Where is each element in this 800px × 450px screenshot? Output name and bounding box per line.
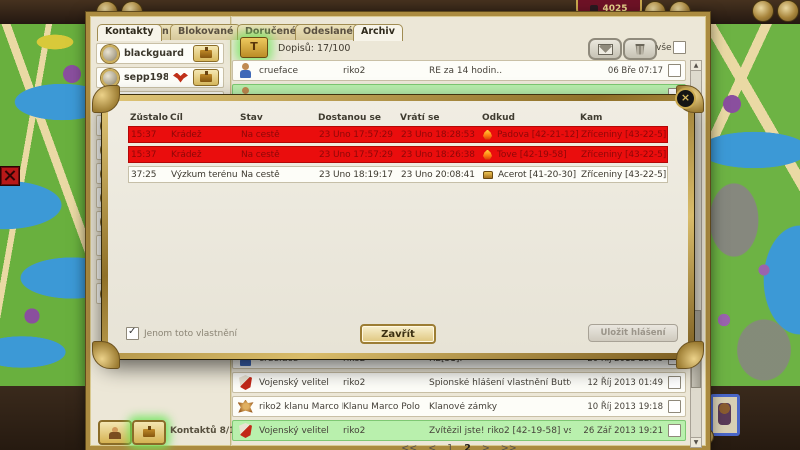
mail-date: 06 Bře 07:17 (571, 66, 663, 76)
scroll-up-icon[interactable]: ▲ (690, 60, 702, 71)
mailbox-icon (200, 74, 212, 82)
movement-row-attack: 15:37 Krádež Na cestě 23 Úno 17:57:29 23… (128, 146, 668, 163)
mailbox-icon (143, 429, 155, 437)
mail-row[interactable]: riko2 klanu Marco Po Klanu Marco Polo Kl… (232, 396, 686, 417)
red-bird-icon (173, 73, 188, 83)
mail-select-checkbox[interactable] (668, 400, 681, 413)
close-button[interactable]: Zavřít (360, 324, 436, 344)
checkbox-label: Jenom toto vlastnění (144, 329, 237, 339)
close-icon[interactable] (675, 88, 696, 109)
mail-date: 12 Říj 2013 01:49 (571, 378, 663, 388)
mail-row[interactable]: crueface riko2 RE za 14 hodin.. 06 Bře 0… (232, 60, 686, 81)
mail-date: 26 Zář 2013 19:21 (571, 426, 663, 436)
mailbox-view-button[interactable] (132, 420, 166, 445)
medal-icon (101, 69, 119, 87)
page-first[interactable]: << (401, 443, 417, 450)
chest-icon (483, 171, 493, 179)
mailbox-icon (240, 37, 268, 58)
tab-odeslane[interactable]: Odeslané (295, 24, 361, 40)
battle-marker-icon[interactable] (1, 167, 19, 185)
scroll-down-icon[interactable]: ▼ (690, 437, 702, 448)
mail-row[interactable]: Vojenský velitel riko2 Špionské hlášení … (232, 372, 686, 393)
page-last[interactable]: >> (501, 443, 517, 450)
trash-icon (635, 44, 646, 55)
pagination: << < 1 2 > >> (232, 443, 686, 450)
person-icon (237, 63, 254, 78)
mail-to: riko2 (343, 378, 429, 388)
mail-subject: Klanové zámky (429, 402, 571, 412)
send-mail-button[interactable] (193, 69, 219, 86)
column-header: Vrátí se (398, 113, 480, 123)
contact-name: sepp1987 (124, 72, 168, 83)
new-mail-button[interactable] (588, 38, 622, 60)
column-header: Cíl (168, 113, 238, 123)
shield-icon (237, 423, 254, 438)
medal-icon (101, 45, 119, 63)
mail-select-checkbox[interactable] (668, 424, 681, 437)
only-this-possession-option: Jenom toto vlastnění (126, 327, 237, 340)
mail-subject: Zvítězil jste! riko2 [42-19-58] vs Ladka… (429, 426, 571, 436)
column-header: Dostanou se (316, 113, 398, 123)
tab-blokovane[interactable]: Blokované (170, 24, 241, 40)
column-header: Zůstalo (128, 113, 168, 123)
medallion-icon (777, 0, 799, 22)
clan-icon (237, 400, 254, 414)
game-screen: 4025 Kontakty Klan Blokované blackguard … (0, 0, 800, 450)
mail-date: 10 Říj 2013 19:18 (571, 402, 663, 412)
minimap-portrait[interactable] (710, 394, 740, 436)
column-header: Kam (578, 113, 668, 123)
contact-row[interactable]: blackguard (96, 43, 224, 64)
contacts-view-button[interactable] (98, 420, 132, 445)
page-2[interactable]: 2 (464, 443, 471, 450)
save-report-button[interactable]: Uložit hlášení (588, 324, 678, 342)
shield-icon (237, 375, 254, 390)
troop-movements-dialog: Zůstalo Cíl Stav Dostanou se Vrátí se Od… (102, 95, 694, 359)
mail-subject: Špionské hlášení vlastnění Buttercup [46… (429, 378, 571, 388)
flame-icon (483, 150, 492, 160)
mail-to: riko2 (343, 66, 429, 76)
helmet-icon (590, 5, 598, 12)
mail-to: riko2 (343, 426, 429, 436)
send-mail-button[interactable] (193, 45, 219, 62)
movement-row: 37:25 Výzkum terénu Na cestě 23 Úno 18:1… (128, 166, 668, 183)
select-all-checkbox[interactable] (673, 41, 686, 54)
only-this-possession-checkbox[interactable] (126, 327, 139, 340)
mail-from: Vojenský velitel (259, 378, 343, 388)
mail-to: Klanu Marco Polo (343, 402, 429, 412)
mail-row[interactable]: Vojenský velitel riko2 Zvítězil jste! ri… (232, 420, 686, 441)
column-header: Odkud (480, 113, 578, 123)
mailbox-icon (200, 50, 212, 58)
medallion-icon (752, 0, 774, 22)
contact-name: blackguard (124, 48, 184, 59)
world-map-right[interactable] (704, 20, 800, 390)
movements-table: Zůstalo Cíl Stav Dostanou se Vrátí se Od… (128, 109, 668, 186)
mail-from: Vojenský velitel (259, 426, 343, 436)
page-next[interactable]: > (482, 443, 490, 450)
movement-row-attack: 15:37 Krádež Na cestě 23 Úno 17:57:29 23… (128, 126, 668, 143)
page-1[interactable]: 1 (447, 443, 453, 450)
flame-icon (483, 130, 492, 140)
column-header: Stav (238, 113, 316, 123)
mail-count: Dopisů: 17/100 (278, 43, 350, 54)
people-icon (107, 427, 123, 439)
mail-select-checkbox[interactable] (668, 64, 681, 77)
mail-subject: RE za 14 hodin.. (429, 66, 571, 76)
mail-select-checkbox[interactable] (668, 376, 681, 389)
tab-archiv[interactable]: Archiv (353, 24, 403, 41)
mail-from: crueface (259, 66, 343, 76)
tab-kontakty[interactable]: Kontakty (97, 24, 162, 41)
table-header-row: Zůstalo Cíl Stav Dostanou se Vrátí se Od… (128, 109, 668, 126)
page-prev[interactable]: < (428, 443, 436, 450)
envelope-icon (598, 44, 613, 55)
mail-from: riko2 klanu Marco Po (259, 402, 343, 412)
select-all-label: vše (656, 43, 672, 53)
delete-mail-button[interactable] (623, 38, 657, 60)
world-map-left[interactable] (0, 20, 90, 390)
